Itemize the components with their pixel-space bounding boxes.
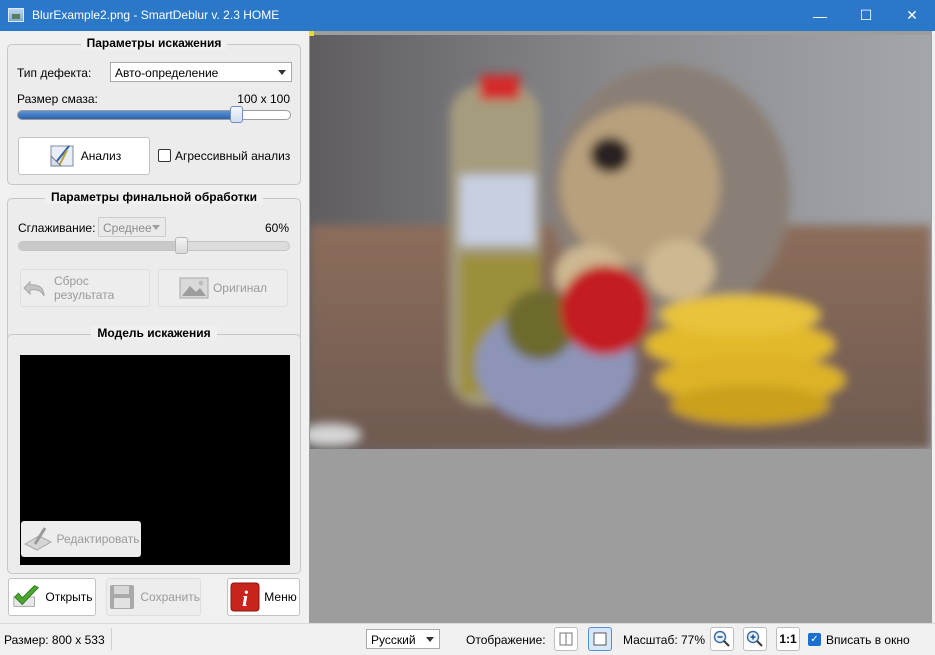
floppy-disk-icon <box>107 583 136 611</box>
chevron-down-icon <box>426 637 434 642</box>
close-button[interactable]: ✕ <box>889 0 935 31</box>
fit-to-window-label: Вписать в окно <box>826 633 910 647</box>
single-view-button[interactable] <box>588 627 612 651</box>
zoom-text: Масштаб: 77% <box>623 633 706 647</box>
distortion-params-title: Параметры искажения <box>80 36 228 50</box>
view-corner-marker <box>309 31 314 36</box>
actual-size-button[interactable]: 1:1 <box>776 627 800 651</box>
blur-size-slider-thumb[interactable] <box>230 106 244 123</box>
minimize-button[interactable]: — <box>797 0 843 31</box>
zoom-in-button[interactable] <box>743 627 767 651</box>
smoothing-slider-thumb[interactable] <box>175 237 189 254</box>
smoothing-label: Сглаживание: <box>18 221 96 235</box>
status-bar: Размер: 800 x 533 Русский Отображение: М… <box>0 623 935 655</box>
analyze-button[interactable]: Анализ <box>18 137 150 175</box>
save-label: Сохранить <box>140 590 200 604</box>
language-select[interactable]: Русский <box>366 629 440 649</box>
edit-model-button[interactable]: Редактировать <box>21 521 141 557</box>
original-label: Оригинал <box>212 281 268 295</box>
smoothing-value: Среднее <box>103 221 152 235</box>
blur-size-value: 100 x 100 <box>237 92 290 106</box>
defect-type-select[interactable]: Авто-определение <box>110 62 292 82</box>
distortion-model-title: Модель искажения <box>91 326 217 340</box>
status-separator <box>111 628 112 650</box>
zoom-in-icon <box>746 630 763 647</box>
reset-result-label: Сброс результата <box>53 274 115 302</box>
menu-label: Меню <box>264 590 297 604</box>
zoom-out-button[interactable] <box>710 627 734 651</box>
original-button[interactable]: Оригинал <box>158 269 288 307</box>
zoom-out-icon <box>713 630 730 647</box>
drafting-tools-icon <box>47 142 77 170</box>
analyze-button-label: Анализ <box>80 149 122 163</box>
split-view-button[interactable] <box>554 627 578 651</box>
blur-size-label: Размер смаза: <box>17 92 98 106</box>
green-check-icon <box>11 583 41 611</box>
red-info-icon: i <box>230 582 260 612</box>
language-value: Русский <box>371 633 416 647</box>
smoothing-slider[interactable] <box>18 241 290 251</box>
display-label: Отображение: <box>466 633 546 647</box>
defect-type-label: Тип дефекта: <box>17 66 92 80</box>
window-title: BlurExample2.png - SmartDeblur v. 2.3 HO… <box>32 8 280 22</box>
chevron-down-icon <box>278 70 286 75</box>
aggressive-analysis-label: Агрессивный анализ <box>175 149 291 163</box>
defect-type-value: Авто-определение <box>115 66 219 80</box>
open-label: Открыть <box>45 590 93 604</box>
app-icon <box>8 8 24 22</box>
single-view-icon <box>593 632 607 646</box>
blurred-photo <box>310 35 931 449</box>
left-panel: Параметры искажения Тип дефекта: Авто-оп… <box>0 31 308 623</box>
postprocess-params-group: Параметры финальной обработки Сглаживани… <box>7 190 301 344</box>
distortion-params-group: Параметры искажения Тип дефекта: Авто-оп… <box>7 36 301 185</box>
smoothing-slider-fill <box>19 242 183 250</box>
chevron-down-icon <box>152 225 160 230</box>
undo-arrow-icon <box>21 274 50 302</box>
blur-size-slider[interactable] <box>17 110 291 120</box>
split-view-icon <box>559 632 573 646</box>
open-button[interactable]: Открыть <box>8 578 96 616</box>
aggressive-analysis-checkbox[interactable] <box>158 149 171 162</box>
smoothing-percent: 60% <box>264 221 289 235</box>
fit-to-window-checkbox[interactable]: ✓ <box>808 633 821 646</box>
picture-icon <box>179 274 209 302</box>
reset-result-button[interactable]: Сброс результата <box>20 269 150 307</box>
svg-text:i: i <box>242 586 249 611</box>
pen-tablet-icon <box>23 525 53 553</box>
postprocess-params-title: Параметры финальной обработки <box>44 190 264 204</box>
save-button[interactable]: Сохранить <box>106 578 201 616</box>
smoothing-select[interactable]: Среднее <box>98 217 166 237</box>
image-view[interactable] <box>309 31 932 623</box>
distortion-model-group: Модель искажения Редактировать <box>7 326 301 574</box>
menu-button[interactable]: i Меню <box>227 578 300 616</box>
image-size-text: Размер: 800 x 533 <box>4 633 105 647</box>
title-bar: BlurExample2.png - SmartDeblur v. 2.3 HO… <box>0 0 935 31</box>
edit-model-label: Редактировать <box>56 532 140 546</box>
maximize-button[interactable]: ☐ <box>843 0 889 31</box>
blur-size-slider-fill <box>18 111 238 119</box>
